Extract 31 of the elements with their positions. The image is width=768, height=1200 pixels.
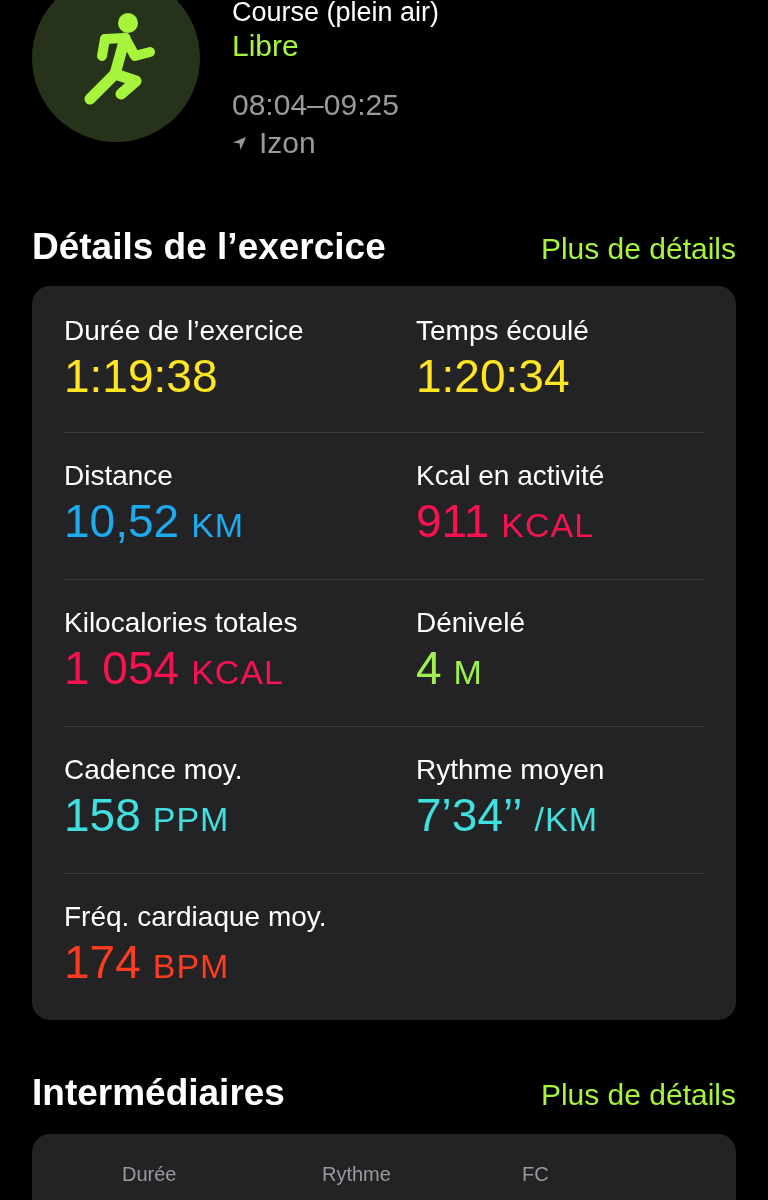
- metric-label: Temps écoulé: [416, 314, 590, 348]
- more-details-link[interactable]: Plus de détails: [540, 232, 736, 266]
- metric-label: Durée de l’exercice: [64, 314, 305, 348]
- column-header: Rythme: [322, 1162, 392, 1186]
- metric-label: Dénivelé: [416, 606, 526, 640]
- metric-label: Kcal en activité: [416, 459, 606, 493]
- metric-value: 4 M: [416, 641, 484, 696]
- metric-value: 911 KCAL: [416, 494, 596, 549]
- metric-value: 1:19:38: [64, 349, 219, 404]
- workout-title: Course (plein air): [232, 0, 440, 28]
- metric-value: 1 054 KCAL: [64, 641, 285, 696]
- location-arrow-icon: [232, 135, 247, 151]
- metric-value: 174 BPM: [64, 935, 231, 990]
- metric-label: Cadence moy.: [64, 753, 244, 787]
- workout-time: 08:04–09:25: [232, 87, 400, 123]
- metric-value: 1:20:34: [416, 349, 571, 404]
- metric-value: 158 PPM: [64, 788, 231, 843]
- workout-type: Libre: [232, 28, 300, 64]
- metric-value: 10,52 KM: [64, 494, 246, 549]
- column-header: FC: [522, 1162, 550, 1186]
- metric-value: 7’34’’ /KM: [416, 788, 600, 843]
- metric-label: Kilocalories totales: [64, 606, 299, 640]
- metric-label: Fréq. cardiaque moy.: [64, 900, 328, 934]
- runner-icon: [32, 0, 200, 142]
- column-header: Durée: [122, 1162, 178, 1186]
- more-details-link[interactable]: Plus de détails: [540, 1078, 736, 1112]
- section-heading: Intermédiaires: [32, 1072, 285, 1114]
- metric-label: Distance: [64, 459, 174, 493]
- metric-label: Rythme moyen: [416, 753, 606, 787]
- workout-location: Izon: [259, 125, 316, 161]
- section-heading: Détails de l’exercice: [32, 226, 386, 268]
